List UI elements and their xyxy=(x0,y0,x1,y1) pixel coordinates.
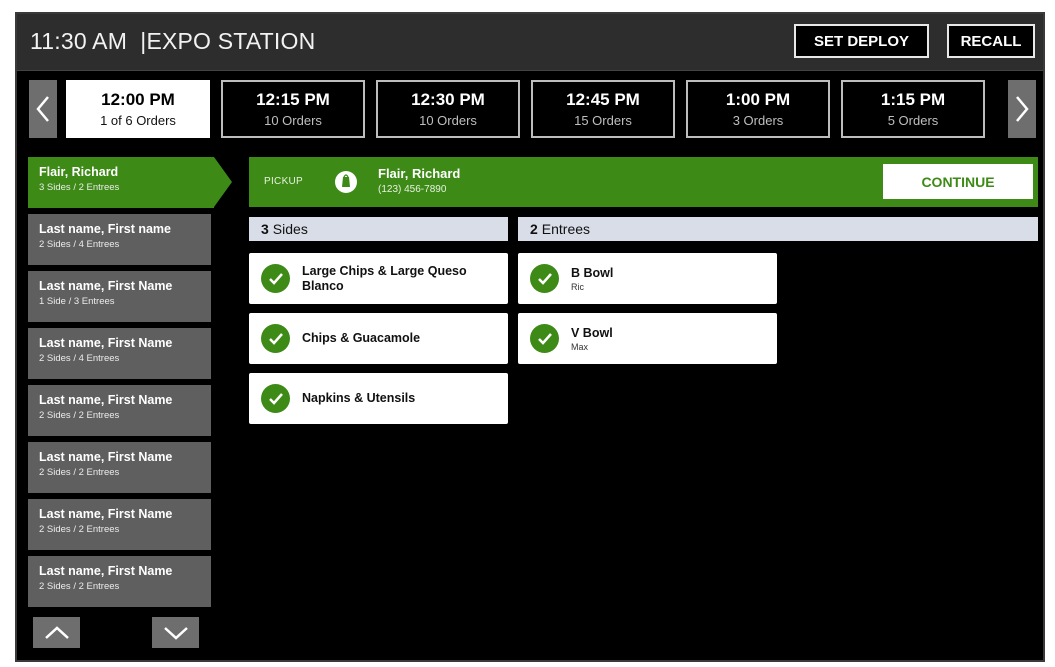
order-item[interactable]: Last name, First Name 2 Sides / 2 Entree… xyxy=(28,556,211,607)
side-item-card[interactable]: Chips & Guacamole xyxy=(249,313,508,364)
scroll-down-button[interactable] xyxy=(152,617,199,648)
order-counts: 2 Sides / 4 Entrees xyxy=(39,239,120,250)
slot-orders: 10 Orders xyxy=(264,113,322,128)
continue-button[interactable]: CONTINUE xyxy=(883,164,1033,199)
side-item-text: Large Chips & Large Queso Blanco xyxy=(302,264,502,294)
scroll-up-button[interactable] xyxy=(33,617,80,648)
entree-item-name: V Bowl xyxy=(571,325,613,340)
order-name: Last name, First Name xyxy=(39,450,173,464)
entree-item-text: B Bowl Ric xyxy=(571,266,613,292)
entree-item-recipient: Ric xyxy=(571,281,584,292)
previous-slot-button[interactable] xyxy=(29,80,57,138)
order-item[interactable]: Last name, First Name 2 Sides / 2 Entree… xyxy=(28,499,211,550)
order-name: Last name, First Name xyxy=(39,393,173,407)
chevron-down-icon xyxy=(163,626,188,640)
order-name: Last name, First Name xyxy=(39,564,173,578)
slot-time: 1:15 PM xyxy=(880,90,946,109)
slot-time: 12:00 PM xyxy=(101,90,175,109)
side-item-card[interactable]: Napkins & Utensils xyxy=(249,373,508,424)
next-slot-button[interactable] xyxy=(1008,80,1036,138)
order-name: Last name, First Name xyxy=(39,336,173,350)
order-counts: 2 Sides / 2 Entrees xyxy=(39,467,120,478)
station-name: EXPO STATION xyxy=(146,28,316,54)
order-list: Flair, Richard 3 Sides / 2 Entrees Last … xyxy=(28,157,232,613)
order-item[interactable]: Last name, First Name 1 Side / 3 Entrees xyxy=(28,271,211,322)
time-slot-1245[interactable]: 12:45 PM 15 Orders xyxy=(531,80,675,138)
slot-time: 12:45 PM xyxy=(566,90,640,109)
time-slot-bar: 12:00 PM 1 of 6 Orders 12:15 PM 10 Order… xyxy=(17,80,1043,144)
customer-phone: (123) 456-7890 xyxy=(378,184,447,195)
side-item-name: Chips & Guacamole xyxy=(302,331,421,345)
title-divider: | xyxy=(133,28,147,54)
slot-orders: 1 of 6 Orders xyxy=(100,113,176,128)
entrees-header: 2 Entrees xyxy=(518,217,1038,241)
slot-orders: 15 Orders xyxy=(574,113,632,128)
order-name: Last name, First name xyxy=(39,222,171,236)
chevron-up-icon xyxy=(44,625,69,639)
slot-time: 1:00 PM xyxy=(725,90,791,109)
slot-orders: 5 Orders xyxy=(887,113,939,128)
side-item-name: Large Chips & Large Queso Blanco xyxy=(302,263,467,293)
pickup-label: PICKUP xyxy=(264,176,304,187)
sides-header: 3 Sides xyxy=(249,217,508,241)
chevron-right-icon xyxy=(1016,96,1029,122)
checkmark-icon xyxy=(530,264,559,293)
time-slot-0115[interactable]: 1:15 PM 5 Orders xyxy=(841,80,985,138)
customer-name: Flair, Richard xyxy=(378,166,461,181)
checkmark-icon xyxy=(261,264,290,293)
order-item[interactable]: Last name, First Name 2 Sides / 2 Entree… xyxy=(28,442,211,493)
entree-item-card[interactable]: B Bowl Ric xyxy=(518,253,777,304)
chevron-left-icon xyxy=(36,96,49,122)
checkmark-icon xyxy=(530,324,559,353)
time-slot-1215[interactable]: 12:15 PM 10 Orders xyxy=(221,80,365,138)
entrees-count: 2 xyxy=(530,221,538,237)
time-slot-1230[interactable]: 12:30 PM 10 Orders xyxy=(376,80,520,138)
entree-item-recipient: Max xyxy=(571,341,589,352)
expo-station-screen: 11:30 AM |EXPO STATION SET DEPLOY RECALL… xyxy=(15,12,1045,662)
order-item[interactable]: Last name, First name 2 Sides / 4 Entree… xyxy=(28,214,211,265)
side-item-name: Napkins & Utensils xyxy=(302,391,416,405)
entrees-label: Entrees xyxy=(541,221,591,237)
entree-item-name: B Bowl xyxy=(571,265,614,280)
checkmark-icon xyxy=(261,384,290,413)
order-name: Flair, Richard xyxy=(39,165,119,179)
pickup-bag-icon xyxy=(335,171,357,193)
sides-count: 3 xyxy=(261,221,269,237)
set-deploy-button[interactable]: SET DEPLOY xyxy=(794,24,929,58)
side-item-text: Chips & Guacamole xyxy=(302,331,420,346)
slot-orders: 10 Orders xyxy=(419,113,477,128)
sides-label: Sides xyxy=(272,221,308,237)
slot-time: 12:30 PM xyxy=(411,90,485,109)
order-item[interactable]: Last name, First Name 2 Sides / 4 Entree… xyxy=(28,328,211,379)
order-name: Last name, First Name xyxy=(39,279,173,293)
current-time: 11:30 AM xyxy=(30,28,128,54)
entree-item-card[interactable]: V Bowl Max xyxy=(518,313,777,364)
slot-time: 12:15 PM xyxy=(256,90,330,109)
recall-button[interactable]: RECALL xyxy=(947,24,1035,58)
order-item[interactable]: Last name, First Name 2 Sides / 2 Entree… xyxy=(28,385,211,436)
slot-orders: 3 Orders xyxy=(732,113,784,128)
time-slot-1200[interactable]: 12:00 PM 1 of 6 Orders xyxy=(66,80,210,138)
order-counts: 3 Sides / 2 Entrees xyxy=(39,182,120,193)
order-item-flair-richard[interactable]: Flair, Richard 3 Sides / 2 Entrees xyxy=(28,157,232,208)
checkmark-icon xyxy=(261,324,290,353)
time-slot-0100[interactable]: 1:00 PM 3 Orders xyxy=(686,80,830,138)
order-detail-bar: PICKUP Flair, Richard (123) 456-7890 CON… xyxy=(249,157,1038,207)
order-counts: 2 Sides / 2 Entrees xyxy=(39,581,120,592)
side-item-card[interactable]: Large Chips & Large Queso Blanco xyxy=(249,253,508,304)
order-name: Last name, First Name xyxy=(39,507,173,521)
order-counts: 2 Sides / 4 Entrees xyxy=(39,353,120,364)
top-bar: 11:30 AM |EXPO STATION SET DEPLOY RECALL xyxy=(17,14,1043,71)
order-counts: 1 Side / 3 Entrees xyxy=(39,296,115,307)
entree-item-text: V Bowl Max xyxy=(571,326,613,352)
side-item-text: Napkins & Utensils xyxy=(302,391,415,406)
page-title: 11:30 AM |EXPO STATION xyxy=(30,28,315,55)
order-counts: 2 Sides / 2 Entrees xyxy=(39,410,120,421)
order-counts: 2 Sides / 2 Entrees xyxy=(39,524,120,535)
